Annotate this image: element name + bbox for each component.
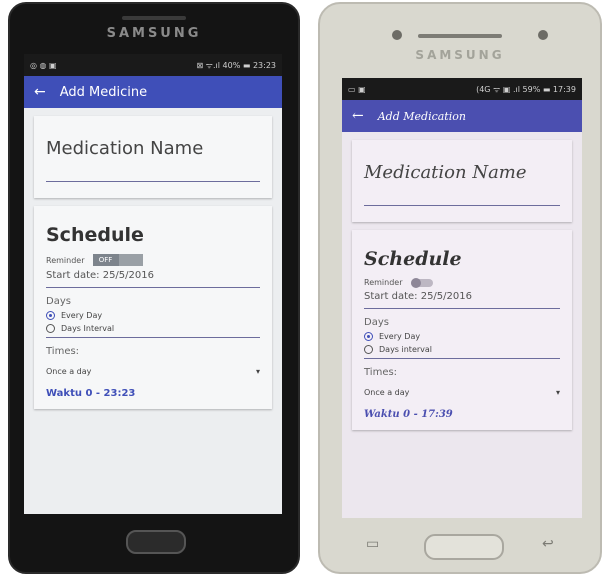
times-select-value: Once a day (364, 388, 410, 397)
radio-days-interval[interactable]: Days interval (364, 345, 560, 354)
notification-icons: ▭ ▣ (348, 84, 366, 94)
reminder-row: Reminder (364, 277, 560, 288)
radio-label: Every Day (379, 332, 421, 341)
input-underline (364, 205, 560, 206)
schedule-card: Schedule Reminder OFF Start date: 25/5/2… (34, 206, 272, 409)
medication-name-input[interactable]: Medication Name (364, 162, 560, 183)
front-camera-icon (392, 30, 402, 40)
app-bar-title: Add Medication (377, 109, 466, 123)
times-select-value: Once a day (46, 367, 92, 376)
start-date-field[interactable]: Start date: 25/5/2016 (46, 270, 260, 281)
days-label: Days (364, 317, 389, 328)
form-content: Medication Name Schedule Reminder Start … (342, 132, 582, 446)
triangle-down-icon: ▾ (555, 388, 560, 397)
times-select[interactable]: Once a day ▾ (364, 388, 560, 397)
toggle-knob (410, 277, 421, 288)
arrow-left-icon[interactable]: ← (34, 84, 46, 100)
section-divider (364, 358, 560, 359)
radio-unchecked-icon (364, 345, 373, 354)
recent-apps-icon[interactable]: ▭ (366, 536, 379, 552)
status-bar: ▭ ▣ (4G ᯤ ▣ .ıl 59% ▬ 17:39 (342, 78, 582, 100)
screen-left: ◎ ◍ ▣ ⊠ ᯤ.ıl 40% ▬ 23:23 ← Add Medicine … (24, 54, 282, 514)
radio-checked-icon (46, 311, 55, 320)
reminder-toggle[interactable]: OFF (92, 254, 143, 266)
speaker-grille (418, 34, 502, 38)
reminder-label: Reminder (364, 278, 403, 287)
radio-checked-icon (364, 332, 373, 341)
arrow-left-icon[interactable]: ← (352, 108, 364, 124)
app-bar: ← Add Medication (342, 100, 582, 132)
medication-name-input[interactable]: Medication Name (46, 138, 260, 159)
times-select[interactable]: Once a day ▾ (46, 367, 260, 376)
input-underline (46, 181, 260, 182)
back-key-icon[interactable]: ↩ (542, 536, 554, 552)
radio-every-day[interactable]: Every Day (364, 332, 560, 341)
radio-label: Days Interval (61, 324, 115, 333)
status-right: ⊠ ᯤ.ıl 40% ▬ 23:23 (196, 60, 276, 70)
input-underline (46, 287, 260, 288)
brand-logo: SAMSUNG (415, 48, 505, 62)
home-button[interactable] (424, 534, 504, 560)
form-content: Medication Name Schedule Reminder OFF St… (24, 108, 282, 425)
screen-right: ▭ ▣ (4G ᯤ ▣ .ıl 59% ▬ 17:39 ← Add Medica… (342, 78, 582, 518)
speaker-grille (122, 16, 186, 20)
app-bar: ← Add Medicine (24, 76, 282, 108)
brand-logo: SAMSUNG (106, 26, 202, 41)
days-label: Days (46, 296, 71, 307)
radio-days-interval[interactable]: Days Interval (46, 324, 260, 333)
radio-label: Days interval (379, 345, 433, 354)
waktu-time[interactable]: Waktu 0 - 23:23 (46, 388, 260, 399)
radio-label: Every Day (61, 311, 103, 320)
section-divider (46, 337, 260, 338)
reminder-toggle[interactable] (410, 277, 433, 288)
times-label: Times: (46, 346, 80, 357)
status-right: (4G ᯤ ▣ .ıl 59% ▬ 17:39 (476, 84, 576, 94)
input-underline (364, 308, 560, 309)
schedule-title: Schedule (46, 224, 144, 246)
reminder-row: Reminder OFF (46, 254, 260, 266)
medication-name-card: Medication Name (352, 140, 572, 222)
radio-every-day[interactable]: Every Day (46, 311, 260, 320)
triangle-down-icon: ▾ (255, 367, 260, 376)
home-button[interactable] (126, 530, 186, 554)
radio-unchecked-icon (46, 324, 55, 333)
app-bar-title: Add Medicine (59, 84, 148, 100)
notification-icons: ◎ ◍ ▣ (30, 60, 57, 70)
sensor-icon (538, 30, 548, 40)
toggle-knob: OFF (92, 254, 119, 266)
phone-right: SAMSUNG ▭ ▣ (4G ᯤ ▣ .ıl 59% ▬ 17:39 ← Ad… (318, 2, 602, 574)
phone-left: SAMSUNG ◎ ◍ ▣ ⊠ ᯤ.ıl 40% ▬ 23:23 ← Add M… (8, 2, 300, 574)
status-bar: ◎ ◍ ▣ ⊠ ᯤ.ıl 40% ▬ 23:23 (24, 54, 282, 76)
times-label: Times: (364, 367, 398, 378)
schedule-title: Schedule (364, 248, 462, 270)
start-date-field[interactable]: Start date: 25/5/2016 (364, 291, 560, 302)
waktu-time[interactable]: Waktu 0 - 17:39 (364, 409, 560, 420)
medication-name-card: Medication Name (34, 116, 272, 198)
reminder-label: Reminder (46, 255, 85, 265)
schedule-card: Schedule Reminder Start date: 25/5/2016 … (352, 230, 572, 430)
